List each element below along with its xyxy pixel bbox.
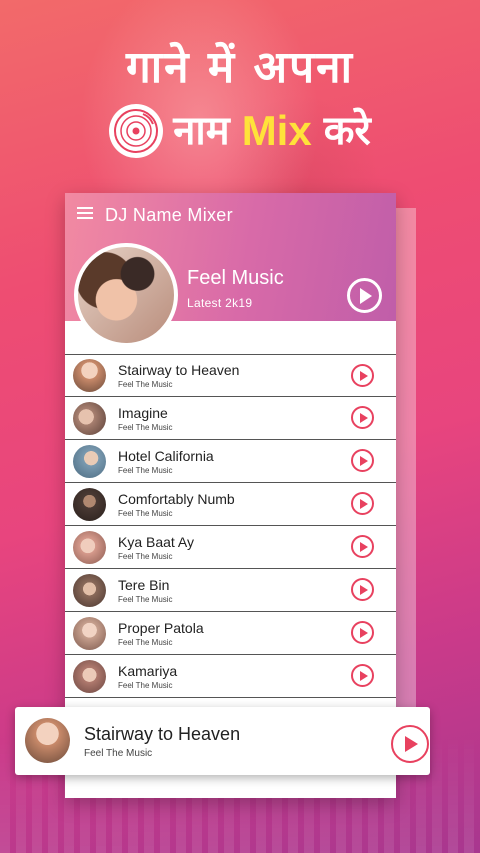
hero-play-button[interactable] <box>347 278 382 313</box>
song-row[interactable]: Hotel California Feel The Music <box>65 440 396 483</box>
hero-album-art <box>74 243 178 347</box>
song-title: Comfortably Numb <box>118 490 235 507</box>
song-thumbnail <box>73 573 106 607</box>
song-row[interactable]: Imagine Feel The Music <box>65 397 396 440</box>
song-row[interactable]: Kya Baat Ay Feel The Music <box>65 526 396 569</box>
song-artist: Feel The Music <box>118 551 173 561</box>
hero-title: Feel Music <box>187 267 284 289</box>
app-header: DJ Name Mixer Feel Music Latest 2k19 <box>65 193 396 347</box>
play-icon <box>359 670 368 681</box>
song-play-button[interactable] <box>351 449 374 472</box>
now-playing-play-button[interactable] <box>391 725 429 763</box>
song-thumbnail <box>73 401 106 435</box>
song-play-button[interactable] <box>351 621 374 644</box>
song-artist: Feel The Music <box>118 637 173 647</box>
now-playing-bar[interactable]: Stairway to Heaven Feel The Music <box>15 707 430 775</box>
song-play-button[interactable] <box>351 664 374 687</box>
now-playing-title: Stairway to Heaven <box>84 724 241 744</box>
hero-info: Feel Music Latest 2k19 <box>187 267 284 310</box>
vinyl-disc-icon <box>109 104 164 158</box>
play-icon <box>360 287 372 304</box>
song-artist: Feel The Music <box>118 680 173 690</box>
song-thumbnail <box>73 359 106 392</box>
play-icon <box>359 412 368 423</box>
hero-subtitle: Latest 2k19 <box>187 296 253 310</box>
app-toolbar: DJ Name Mixer <box>65 193 396 237</box>
song-play-button[interactable] <box>351 406 374 429</box>
song-thumbnail <box>73 444 106 478</box>
song-thumbnail <box>73 659 106 693</box>
now-playing-thumbnail <box>25 718 70 763</box>
now-playing-artist: Feel The Music <box>84 748 153 759</box>
play-icon <box>359 455 368 466</box>
song-thumbnail <box>73 487 106 521</box>
song-title: Kya Baat Ay <box>118 533 195 550</box>
song-thumbnail <box>73 616 106 650</box>
song-play-button[interactable] <box>351 578 374 601</box>
promo-word-naam: नाम <box>173 108 230 154</box>
play-icon <box>359 627 368 638</box>
song-row[interactable]: Stairway to Heaven Feel The Music <box>65 354 396 397</box>
song-title: Stairway to Heaven <box>118 362 240 378</box>
promo-word-kare: करे <box>323 108 371 154</box>
play-icon <box>405 736 418 752</box>
song-title: Hotel California <box>118 447 214 464</box>
song-title: Kamariya <box>118 662 178 679</box>
song-row[interactable]: Kamariya Feel The Music <box>65 655 396 698</box>
song-play-button[interactable] <box>351 364 374 387</box>
song-title: Proper Patola <box>118 619 204 636</box>
song-play-button[interactable] <box>351 492 374 515</box>
play-icon <box>359 541 368 552</box>
hamburger-menu-icon[interactable] <box>77 206 93 224</box>
song-row[interactable]: Tere Bin Feel The Music <box>65 569 396 612</box>
song-row[interactable]: Comfortably Numb Feel The Music <box>65 483 396 526</box>
promo-headline: गाने में अपना नाम Mix करे <box>0 38 480 158</box>
song-artist: Feel The Music <box>118 422 173 432</box>
song-title: Imagine <box>118 404 168 421</box>
promo-line-2: नाम Mix करे <box>0 104 480 158</box>
song-artist: Feel The Music <box>118 594 173 604</box>
song-list: Stairway to Heaven Feel The Music Imagine… <box>65 354 396 698</box>
song-artist: Feel The Music <box>118 465 173 475</box>
play-icon <box>359 370 368 381</box>
promo-word-mix: Mix <box>241 107 312 154</box>
song-play-button[interactable] <box>351 535 374 558</box>
song-title: Tere Bin <box>118 576 170 593</box>
play-icon <box>359 584 368 595</box>
promo-line-1: गाने में अपना <box>126 42 354 93</box>
song-row[interactable]: Proper Patola Feel The Music <box>65 612 396 655</box>
play-icon <box>359 498 368 509</box>
song-artist: Feel The Music <box>118 508 173 518</box>
song-artist: Feel The Music <box>118 380 173 389</box>
song-thumbnail <box>73 530 106 564</box>
app-title: DJ Name Mixer <box>105 204 233 225</box>
